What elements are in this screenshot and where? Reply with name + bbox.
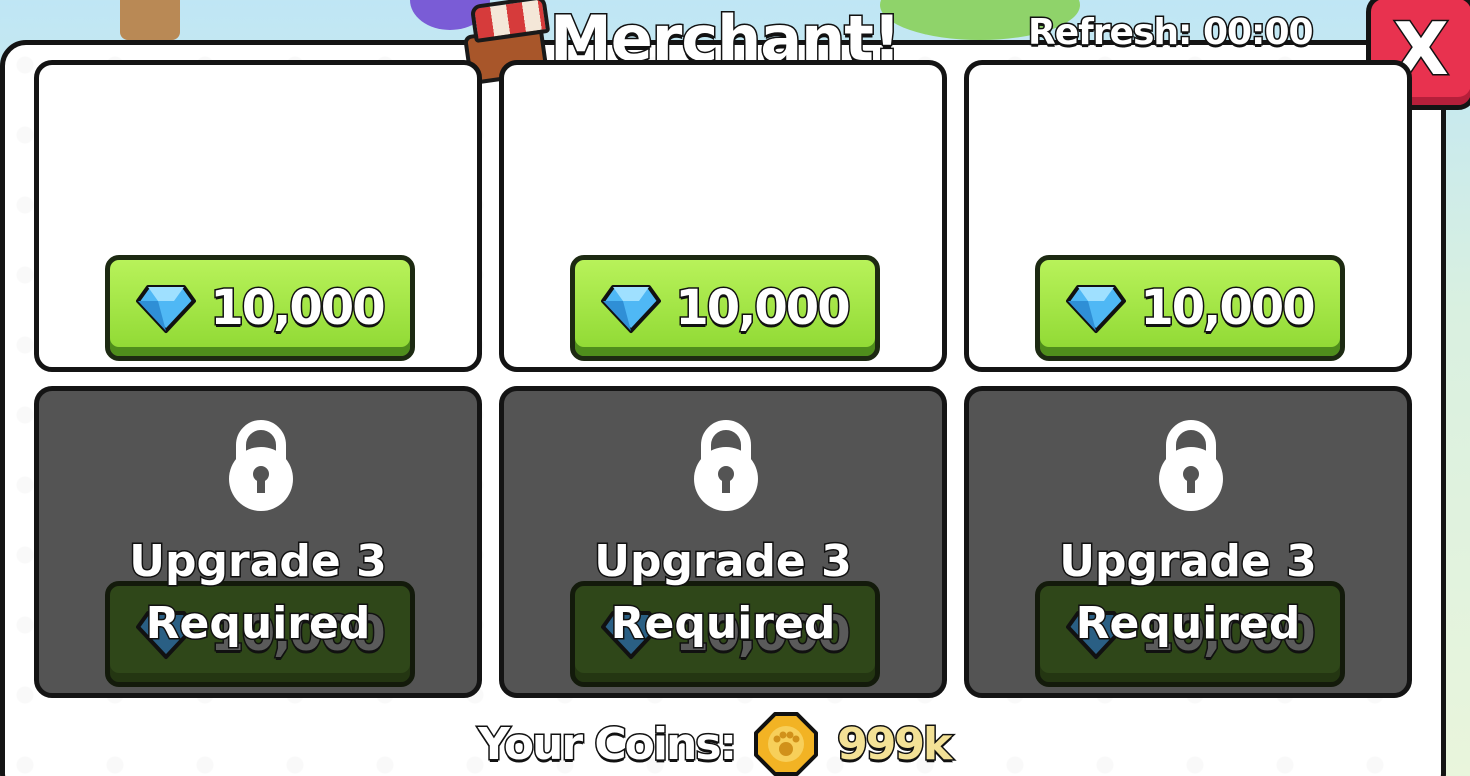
- buy-button[interactable]: 10,000: [1035, 255, 1345, 361]
- lock-requirement: Upgrade 3 Required: [593, 535, 853, 651]
- merchant-slot-6-locked: 10,000 Upgrade 3 Required: [964, 386, 1412, 698]
- background-tree: [120, 0, 180, 40]
- merchant-slot-5-locked: 10,000 Upgrade 3 Required: [499, 386, 947, 698]
- gem-icon: [136, 285, 197, 333]
- gem-icon: [601, 285, 662, 333]
- gem-icon: [1066, 285, 1127, 333]
- lock-icon: [229, 420, 293, 511]
- lock-icon: [1159, 420, 1223, 511]
- refresh-timer: Refresh: 00:00: [1027, 11, 1316, 55]
- coins-value: 999k: [836, 717, 954, 771]
- price-label: 10,000: [209, 279, 387, 338]
- coins-label: Your Coins:: [476, 717, 738, 771]
- merchant-slot-2[interactable]: 10,000: [499, 60, 947, 372]
- price-label: 10,000: [674, 279, 852, 338]
- paw-coin-icon: [754, 712, 819, 776]
- merchant-slot-3[interactable]: 10,000: [964, 60, 1412, 372]
- merchant-slot-4-locked: 10,000 Upgrade 3 Required: [34, 386, 482, 698]
- merchant-slot-1[interactable]: 10,000: [34, 60, 482, 372]
- buy-button[interactable]: 10,000: [570, 255, 880, 361]
- lock-requirement: Upgrade 3 Required: [128, 535, 388, 651]
- price-label: 10,000: [1139, 279, 1317, 338]
- lock-icon: [694, 420, 758, 511]
- buy-button[interactable]: 10,000: [105, 255, 415, 361]
- lock-requirement: Upgrade 3 Required: [1058, 535, 1318, 651]
- coins-display: Your Coins: 999k: [476, 712, 954, 776]
